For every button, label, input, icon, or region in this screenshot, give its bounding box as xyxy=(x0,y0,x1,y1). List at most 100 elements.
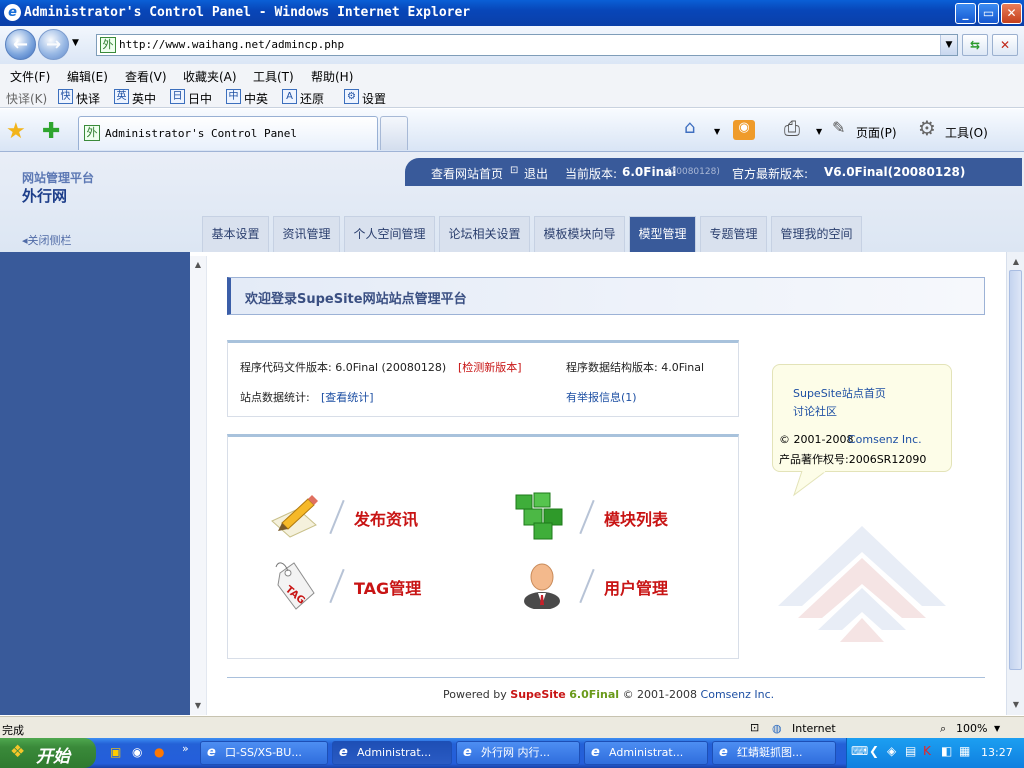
forward-button[interactable]: → xyxy=(38,29,69,60)
scroll-thumb[interactable] xyxy=(1009,270,1022,670)
en-cn-button[interactable]: 英中 xyxy=(132,90,156,107)
history-dropdown-icon[interactable]: ▼ xyxy=(72,38,79,48)
module-list-link[interactable]: 模块列表 xyxy=(604,506,668,530)
current-version-label: 当前版本: xyxy=(565,167,618,181)
menu-help[interactable]: 帮助(H) xyxy=(311,68,353,85)
tab-news-manage[interactable]: 资讯管理 xyxy=(273,216,340,252)
tray-app-icon-3[interactable]: K xyxy=(923,744,931,758)
print-dropdown-icon[interactable]: ▼ xyxy=(816,127,822,136)
zoom-level[interactable]: 100% xyxy=(956,722,987,735)
home-dropdown-icon[interactable]: ▼ xyxy=(714,127,720,136)
tag-manage-link[interactable]: TAG管理 xyxy=(354,575,421,599)
taskbar-item-1[interactable]: 口-SS/XS-BU... e xyxy=(200,741,328,765)
restore-icon: A xyxy=(282,89,297,104)
company-link[interactable]: Comsenz Inc. xyxy=(848,433,922,446)
tag-icon[interactable]: TAG xyxy=(270,559,318,613)
check-update-link[interactable]: [检测新版本] xyxy=(458,359,522,375)
print-icon[interactable]: ⎙ xyxy=(784,116,800,140)
globe-icon: ◍ xyxy=(772,722,782,735)
green-blocks-icon[interactable] xyxy=(514,491,570,541)
scroll-down-icon[interactable]: ▼ xyxy=(191,699,205,713)
taskbar-app-icon: e xyxy=(339,745,348,760)
page-scrollbar[interactable]: ▲ ▼ xyxy=(1006,252,1024,715)
tab-my-space[interactable]: 管理我的空间 xyxy=(771,216,862,252)
maximize-button[interactable]: ▭ xyxy=(978,3,999,24)
view-site-link[interactable]: 查看网站首页 xyxy=(431,165,503,182)
taskbar-item-2[interactable]: Administrat... e xyxy=(332,741,452,765)
tab-topic-manage[interactable]: 专题管理 xyxy=(700,216,767,252)
browser-tab[interactable]: 外 Administrator's Control Panel xyxy=(78,116,378,150)
tab-model-manage[interactable]: 模型管理 xyxy=(629,216,696,252)
settings-button[interactable]: 设置 xyxy=(362,90,386,107)
favorites-star-icon[interactable]: ★ xyxy=(6,119,26,144)
tab-forum-settings[interactable]: 论坛相关设置 xyxy=(439,216,530,252)
tools-menu[interactable]: 工具(O) xyxy=(945,124,988,141)
page-scroll-down-icon[interactable]: ▼ xyxy=(1009,698,1023,712)
latest-version-label: 官方最新版本: xyxy=(732,167,809,181)
tab-personal-space[interactable]: 个人空间管理 xyxy=(344,216,435,252)
pencil-paper-icon[interactable] xyxy=(268,495,322,539)
url-text[interactable]: http://www.waihang.net/admincp.php xyxy=(119,38,344,51)
address-dropdown-icon[interactable]: ▼ xyxy=(940,35,957,55)
db-version: 程序数据结构版本: 4.0Final xyxy=(566,361,705,374)
tab-template-wizard[interactable]: 模板模块向导 xyxy=(534,216,625,252)
new-tab-button[interactable] xyxy=(380,116,408,150)
windows-logo-icon: ❖ xyxy=(10,742,26,762)
quicklaunch-icon-3[interactable]: ● xyxy=(154,745,164,759)
address-bar[interactable]: 外 http://www.waihang.net/admincp.php ▼ xyxy=(96,34,958,56)
zoom-dropdown-icon[interactable]: ▼ xyxy=(994,724,1000,733)
start-button[interactable]: ❖ 开始 xyxy=(0,738,96,768)
forum-link[interactable]: 讨论社区 xyxy=(793,403,837,419)
close-button[interactable]: ✕ xyxy=(1001,3,1022,24)
supesite-home-link[interactable]: SupeSite站点首页 xyxy=(793,385,886,401)
rss-feed-icon[interactable]: ◉ xyxy=(733,120,755,140)
keyboard-icon[interactable]: ⌨ xyxy=(851,744,868,758)
user-icon[interactable] xyxy=(520,559,564,609)
stats-link[interactable]: [查看统计] xyxy=(321,389,374,405)
menu-edit[interactable]: 编辑(E) xyxy=(67,68,108,85)
quicklaunch-more-icon[interactable]: » xyxy=(182,742,189,755)
tray-app-icon-5[interactable]: ▦ xyxy=(959,744,970,758)
taskbar-item-3[interactable]: 外行网 内行... e xyxy=(456,741,580,765)
taskbar-item-4[interactable]: Administrat... e xyxy=(584,741,708,765)
quick-translate-button[interactable]: 快译 xyxy=(76,90,100,107)
publish-news-link[interactable]: 发布资讯 xyxy=(354,506,418,530)
logout-link[interactable]: 退出 xyxy=(524,165,548,182)
menu-favorites[interactable]: 收藏夹(A) xyxy=(183,68,237,85)
minimize-button[interactable]: _ xyxy=(955,3,976,24)
page-menu[interactable]: 页面(P) xyxy=(856,124,897,141)
stop-button[interactable]: ✕ xyxy=(992,34,1018,56)
tray-app-icon-2[interactable]: ▤ xyxy=(905,744,916,758)
menu-file[interactable]: 文件(F) xyxy=(10,68,50,85)
footer-company-link[interactable]: Comsenz Inc. xyxy=(701,688,775,701)
add-favorites-icon[interactable]: ✚ xyxy=(42,119,60,144)
restore-button[interactable]: 还原 xyxy=(300,90,324,107)
taskbar-item-5[interactable]: 红蜻蜓抓图... e xyxy=(712,741,836,765)
tab-basic-settings[interactable]: 基本设置 xyxy=(202,216,269,252)
frame-scrollbar[interactable]: ▲ ▼ xyxy=(190,256,207,715)
jp-cn-button[interactable]: 日中 xyxy=(188,90,212,107)
product-name[interactable]: SupeSite xyxy=(510,688,566,701)
back-button[interactable]: ← xyxy=(5,29,36,60)
tray-app-icon-1[interactable]: ◈ xyxy=(887,744,896,758)
scroll-up-icon[interactable]: ▲ xyxy=(191,258,205,272)
user-manage-link[interactable]: 用户管理 xyxy=(604,575,668,599)
taskbar-app-icon: e xyxy=(591,745,600,760)
menu-bar: 文件(F) 编辑(E) 查看(V) 收藏夹(A) 工具(T) 帮助(H) xyxy=(0,64,1024,86)
page-scroll-up-icon[interactable]: ▲ xyxy=(1009,255,1023,269)
cn-en-icon: 中 xyxy=(226,89,241,104)
window-title-bar[interactable]: e Administrator's Control Panel - Window… xyxy=(0,0,1024,26)
reports-link[interactable]: 有举报信息(1) xyxy=(566,389,637,405)
close-sidebar-link[interactable]: ◂关闭侧栏 xyxy=(22,232,72,248)
logout-icon: ⊡ xyxy=(510,165,519,176)
clock[interactable]: 13:27 xyxy=(981,746,1013,759)
menu-view[interactable]: 查看(V) xyxy=(125,68,167,85)
tray-collapse-icon[interactable]: ❮ xyxy=(869,744,879,758)
quicklaunch-icon-1[interactable]: ▣ xyxy=(110,745,121,759)
quicklaunch-icon-2[interactable]: ◉ xyxy=(132,745,142,759)
refresh-button[interactable]: ⇆ xyxy=(962,34,988,56)
cn-en-button[interactable]: 中英 xyxy=(244,90,268,107)
tray-app-icon-4[interactable]: ◧ xyxy=(941,744,952,758)
home-icon[interactable]: ⌂ xyxy=(684,117,695,138)
menu-tools[interactable]: 工具(T) xyxy=(253,68,294,85)
